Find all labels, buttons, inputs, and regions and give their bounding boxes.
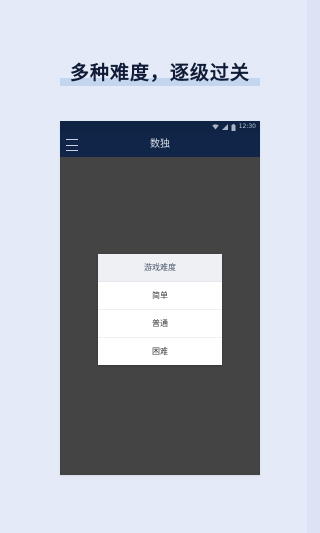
status-icons: 12:30 (212, 121, 256, 133)
battery-icon (231, 123, 236, 131)
signal-icon (221, 124, 228, 130)
app-title: 数独 (150, 139, 170, 150)
difficulty-option-normal[interactable]: 普通 (98, 310, 222, 338)
difficulty-option-easy[interactable]: 简单 (98, 282, 222, 310)
status-bar: 12:30 (60, 121, 260, 133)
promo-page: 多种难度，逐级过关 12:30 数独 游戏难度 简单 普通 困难 (0, 0, 320, 533)
app-bar: 数独 (60, 133, 260, 157)
difficulty-option-hard[interactable]: 困难 (98, 338, 222, 365)
status-time: 12:30 (238, 123, 256, 130)
dialog-title: 游戏难度 (98, 254, 222, 282)
hamburger-menu-icon[interactable] (66, 139, 78, 151)
difficulty-dialog: 游戏难度 简单 普通 困难 (98, 254, 222, 365)
wifi-icon (212, 124, 219, 130)
promo-headline: 多种难度，逐级过关 (69, 62, 250, 84)
